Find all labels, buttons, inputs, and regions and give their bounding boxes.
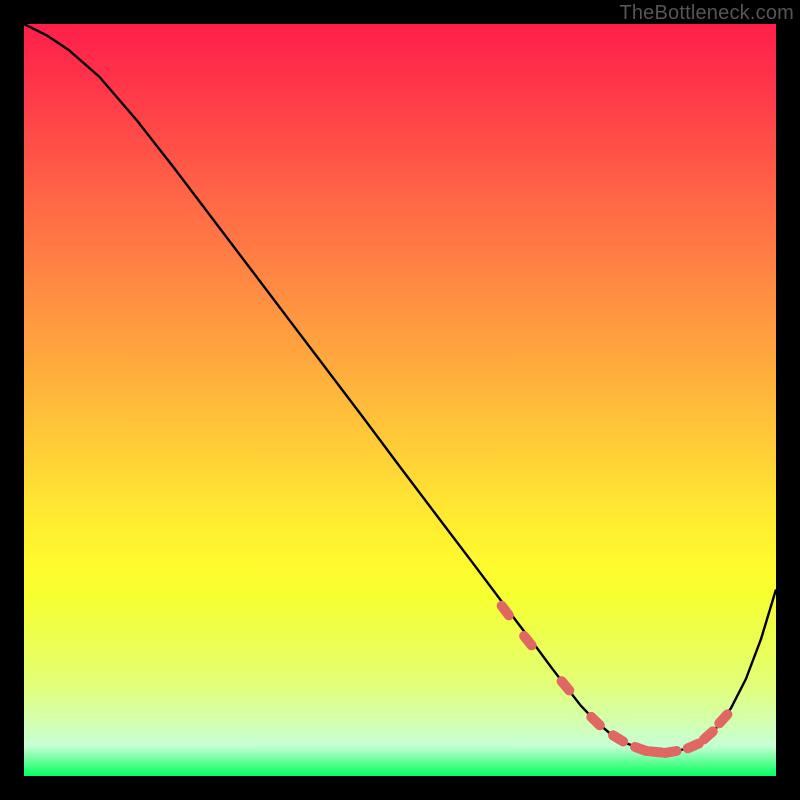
marker-dash bbox=[635, 747, 646, 751]
marker-dash bbox=[665, 751, 677, 753]
plot-area bbox=[24, 24, 776, 776]
curve-path bbox=[24, 24, 776, 752]
marker-dash bbox=[719, 714, 727, 723]
watermark-text: TheBottleneck.com bbox=[619, 2, 794, 25]
chart-frame: TheBottleneck.com bbox=[0, 0, 800, 800]
marker-dash bbox=[562, 681, 570, 690]
bottleneck-curve bbox=[24, 24, 776, 776]
marker-dash bbox=[704, 731, 713, 739]
marker-dash bbox=[613, 735, 623, 741]
marker-dash bbox=[502, 606, 509, 616]
marker-dash bbox=[688, 744, 699, 749]
marker-dash bbox=[524, 636, 532, 645]
marker-dash bbox=[591, 717, 600, 725]
